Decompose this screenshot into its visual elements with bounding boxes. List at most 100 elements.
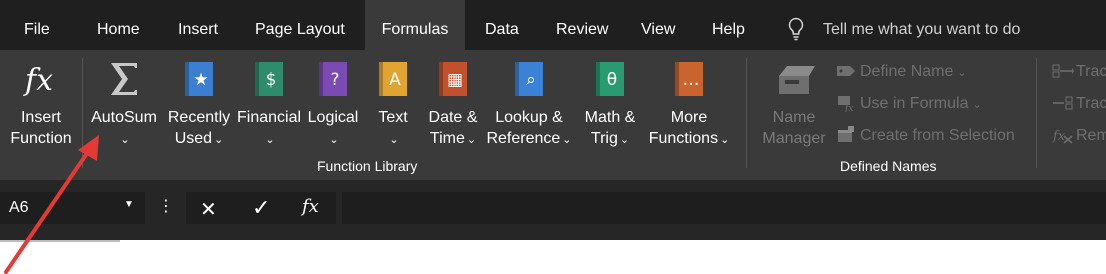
- tab-label: Formulas: [381, 21, 449, 38]
- label-text: Trig: [590, 130, 618, 147]
- button-label: Logical ⌄: [302, 107, 364, 151]
- insert-function-label: Insert Function: [4, 107, 78, 149]
- label-line: Trig ⌄: [579, 128, 641, 151]
- svg-text:A: A: [389, 70, 401, 90]
- theta-book-icon: θ: [596, 62, 624, 96]
- tab-label: Page Layout: [255, 21, 345, 38]
- function-library-label: Function Library: [317, 158, 418, 174]
- sigma-icon: [111, 63, 137, 95]
- tab-label: Help: [712, 21, 745, 38]
- label-text: Functions: [648, 130, 719, 147]
- chevron-down-icon: ⌄: [562, 134, 572, 146]
- chevron-down-icon: ⌄: [957, 67, 967, 79]
- tab-view[interactable]: View: [641, 0, 675, 50]
- star-book-icon: ★: [185, 62, 213, 96]
- svg-text:θ: θ: [607, 70, 617, 90]
- label-line: Time ⌄: [421, 128, 485, 151]
- label-line: Date &: [428, 109, 478, 126]
- label-line: Name: [772, 109, 816, 126]
- tag-icon: [837, 66, 855, 76]
- fx-icon: fx: [23, 63, 53, 98]
- tab-page-layout[interactable]: Page Layout: [255, 0, 345, 50]
- tab-label: Review: [556, 21, 609, 38]
- chevron-down-icon: ⌄: [214, 134, 224, 146]
- tab-file[interactable]: File: [24, 0, 50, 50]
- label-line: Insert: [20, 109, 61, 126]
- label-line: Recently: [167, 109, 231, 126]
- sheet-divider: [0, 240, 120, 242]
- excel-window: File Home Insert Page Layout Formulas Da…: [0, 0, 1106, 274]
- group-separator: [82, 58, 83, 168]
- ribbon-tab-bar: File Home Insert Page Layout Formulas Da…: [0, 0, 1106, 50]
- svg-text:★: ★: [193, 70, 208, 90]
- calendar-book-icon: ▦: [439, 62, 467, 96]
- money-book-icon: $: [255, 62, 283, 96]
- label-line: AutoSum: [91, 109, 157, 126]
- tab-label: Insert: [178, 21, 219, 38]
- label-line: Text: [378, 109, 408, 126]
- trace-precedents-label: Trac: [1076, 63, 1106, 80]
- create-from-selection-icon: [838, 126, 854, 142]
- enter-icon[interactable]: ✓: [252, 195, 270, 221]
- svg-text:▦: ▦: [447, 70, 463, 90]
- label-line: ⌄: [370, 128, 416, 151]
- chevron-down-icon: ⌄: [720, 134, 730, 146]
- tab-insert[interactable]: Insert: [178, 0, 218, 50]
- chevron-down-icon: ⌄: [466, 134, 477, 146]
- trace-dependents-label: Trac: [1076, 95, 1106, 112]
- name-manager-label: Name Manager: [758, 107, 830, 149]
- button-label: Math & Trig ⌄: [579, 107, 641, 151]
- label-line: Logical: [307, 109, 359, 126]
- tell-me-search[interactable]: Tell me what you want to do: [823, 0, 1020, 50]
- cancel-icon[interactable]: ✕: [200, 197, 217, 222]
- magnifier-book-icon: ⌕: [515, 62, 543, 96]
- name-box-dropdown-icon[interactable]: ▼: [124, 199, 134, 210]
- tab-formulas[interactable]: Formulas: [365, 0, 465, 50]
- tab-home[interactable]: Home: [97, 0, 140, 50]
- use-in-formula-icon: fx: [838, 96, 853, 112]
- label-line: ⌄: [302, 128, 364, 151]
- group-separator: [1036, 58, 1037, 168]
- label-line: Functions ⌄: [647, 128, 731, 151]
- label-line: ⌄: [234, 128, 304, 151]
- insert-function-icon[interactable]: fx: [302, 196, 319, 217]
- tab-label: Data: [485, 21, 519, 38]
- tab-label: Home: [97, 21, 140, 38]
- button-label: More Functions ⌄: [647, 107, 731, 151]
- question-book-icon: ?: [319, 62, 347, 96]
- label-text: Reference: [486, 130, 561, 147]
- label-line: More: [670, 109, 708, 126]
- worksheet-area[interactable]: [0, 240, 1106, 274]
- lightbulb-icon[interactable]: [787, 17, 805, 41]
- button-label: Date & Time ⌄: [421, 107, 485, 151]
- tab-data[interactable]: Data: [485, 0, 519, 50]
- label-line: Lookup &: [495, 109, 563, 126]
- tab-label: File: [24, 21, 50, 38]
- tab-review[interactable]: Review: [556, 0, 608, 50]
- label-line: ⌄: [88, 128, 160, 151]
- formula-input[interactable]: [342, 192, 1106, 224]
- more-options-icon[interactable]: ⋮: [158, 196, 174, 216]
- chevron-down-icon: ⌄: [120, 134, 130, 146]
- button-label: Recently Used ⌄: [164, 107, 234, 151]
- svg-text:⌕: ⌕: [526, 70, 536, 90]
- tab-label: View: [641, 21, 676, 38]
- trace-precedents-icon: [1052, 64, 1074, 78]
- name-box-value: A6: [9, 199, 29, 216]
- label-line: Reference ⌄: [485, 128, 573, 151]
- group-separator: [746, 58, 747, 168]
- svg-text:?: ?: [330, 70, 339, 90]
- chevron-down-icon: ⌄: [619, 134, 630, 146]
- svg-text:fx: fx: [23, 63, 53, 98]
- svg-text:…: …: [683, 70, 700, 90]
- letter-a-book-icon: A: [379, 62, 407, 96]
- define-name-label: Define Name ⌄: [860, 63, 967, 81]
- svg-text:$: $: [266, 70, 277, 90]
- label-line: Function: [10, 130, 72, 147]
- button-label: Financial ⌄: [234, 107, 304, 151]
- chevron-down-icon: ⌄: [972, 99, 982, 111]
- button-label: Text ⌄: [370, 107, 416, 151]
- chevron-down-icon: ⌄: [265, 134, 275, 146]
- label-line: Manager: [762, 130, 826, 147]
- tab-help[interactable]: Help: [712, 0, 745, 50]
